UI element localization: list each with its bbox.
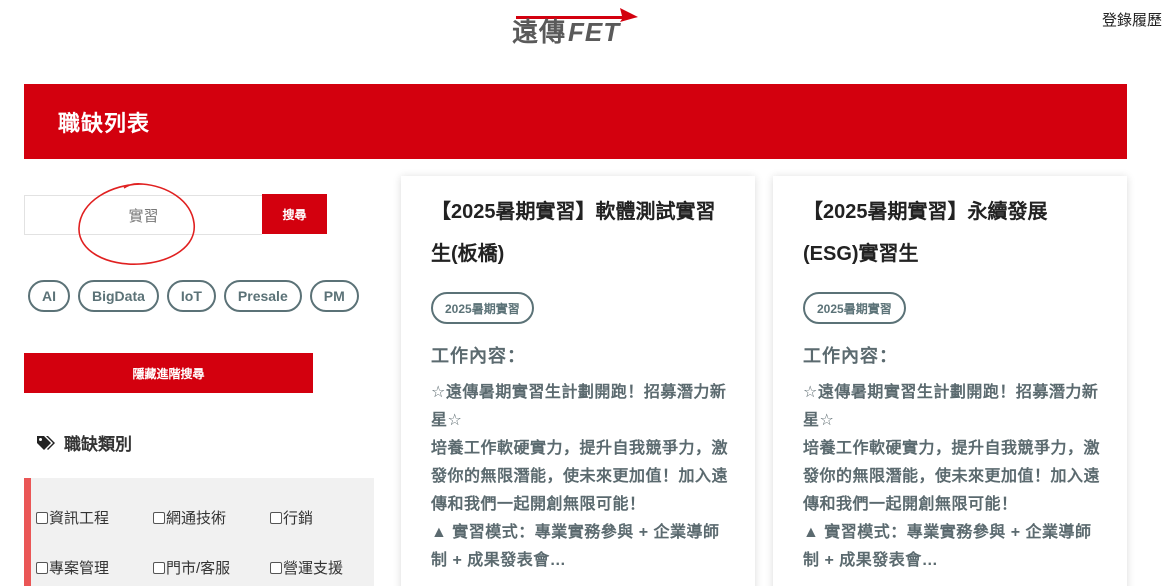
tag-ai[interactable]: AI [28,280,70,312]
logo-cn-text: 遠傳 [512,17,567,47]
tag-iot[interactable]: IoT [166,280,216,312]
category-filter-panel: 資訊工程 網通技術 行銷 專案管理 門市/客服 營運支援 [24,478,374,586]
hide-advanced-search-button[interactable]: 隱藏進階搜尋 [24,353,313,393]
logo-en-text: FET [568,17,621,47]
page-banner: 職缺列表 [24,84,1127,159]
job-section-heading: 工作內容： [803,346,898,366]
job-card[interactable]: 【2025暑期實習】永續發展(ESG)實習生 2025暑期實習 工作內容： ☆遠… [773,176,1127,586]
checkbox[interactable] [153,511,165,524]
keyword-tags: AI BigData IoT Presale PM [28,280,359,312]
category-checkbox-it[interactable]: 資訊工程 [36,507,109,528]
job-description: ☆遠傳暑期實習生計劃開跑！招募潛力新星☆ 培養工作軟硬實力，提升自我競爭力，激發… [431,379,731,575]
category-checkbox-network[interactable]: 網通技術 [153,507,226,528]
tag-pm[interactable]: PM [309,280,359,312]
checkbox[interactable] [270,561,282,574]
job-section-heading: 工作內容： [431,346,526,366]
checkbox[interactable] [153,561,165,574]
category-checkbox-project[interactable]: 專案管理 [36,557,109,578]
logo-wordmark: 遠傳FET [512,12,620,49]
job-card[interactable]: 【2025暑期實習】軟體測試實習生(板橋) 2025暑期實習 工作內容： ☆遠傳… [401,176,755,586]
job-description-line: ☆遠傳暑期實習生計劃開跑！招募潛力新星☆ [803,384,1099,429]
tags-icon [37,435,55,450]
search-input[interactable] [24,195,262,235]
page-title: 職缺列表 [58,111,151,136]
category-checkbox-marketing[interactable]: 行銷 [270,507,313,528]
category-heading: 職缺類別 [36,430,132,455]
job-description: ☆遠傳暑期實習生計劃開跑！招募潛力新星☆ 培養工作軟硬實力，提升自我競爭力，激發… [803,379,1103,575]
job-description-line: ▲ 實習模式：專業實務參與 + 企業導師制 + 成果發表會… [431,524,720,569]
tag-bigdata[interactable]: BigData [78,280,159,312]
checkbox[interactable] [270,511,282,524]
checkbox[interactable] [36,561,48,574]
category-checkbox-store[interactable]: 門市/客服 [153,557,230,578]
job-title[interactable]: 【2025暑期實習】永續發展(ESG)實習生 [803,191,1103,275]
fet-logo[interactable]: 遠傳FET [512,2,642,47]
job-title[interactable]: 【2025暑期實習】軟體測試實習生(板橋) [431,191,731,275]
search-button[interactable]: 搜尋 [262,194,327,234]
job-badge: 2025暑期實習 [803,292,906,324]
tag-presale[interactable]: Presale [223,280,302,312]
job-description-line: 培養工作軟硬實力，提升自我競爭力，激發你的無限潛能，使未來更加值！加入遠傳和我們… [431,440,729,513]
login-resume-link[interactable]: 登錄履歷 [1102,9,1162,30]
job-badge: 2025暑期實習 [431,292,534,324]
job-description-line: ☆遠傳暑期實習生計劃開跑！招募潛力新星☆ [431,384,727,429]
job-description-line: 培養工作軟硬實力，提升自我競爭力，激發你的無限潛能，使未來更加值！加入遠傳和我們… [803,440,1101,513]
checkbox[interactable] [36,511,48,524]
category-heading-label: 職缺類別 [64,435,132,454]
job-description-line: ▲ 實習模式：專業實務參與 + 企業導師制 + 成果發表會… [803,524,1092,569]
category-checkbox-operations[interactable]: 營運支援 [270,557,343,578]
